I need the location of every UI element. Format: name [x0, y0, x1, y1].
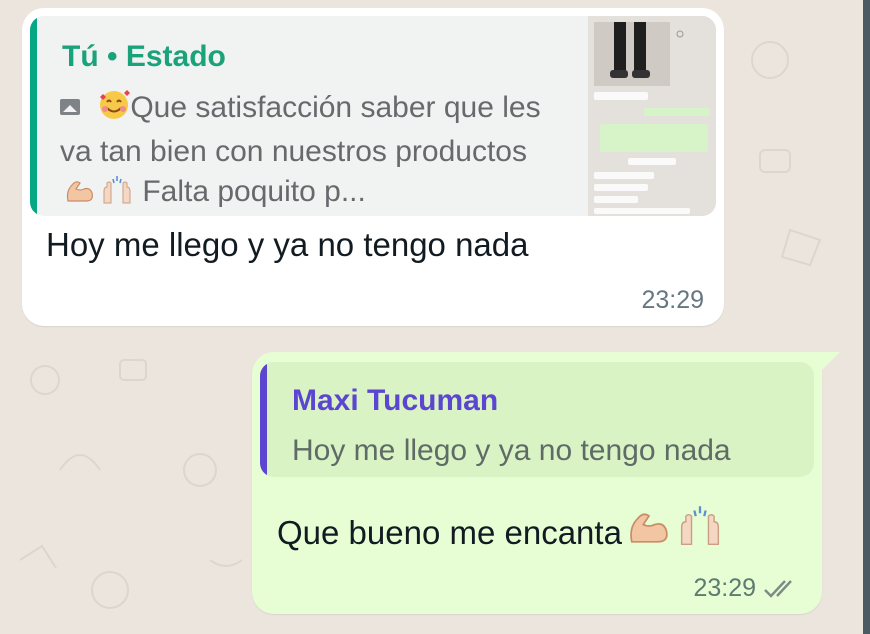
quote-author-name: Tú — [62, 40, 99, 73]
smiling-face-with-hearts-emoji-icon — [98, 89, 131, 132]
photo-icon — [60, 99, 80, 115]
outgoing-message-bubble[interactable]: Maxi Tucuman Hoy me llego y ya no tengo … — [252, 352, 840, 614]
read-ticks-icon — [764, 580, 792, 598]
quote-preview-tail: Falta poquito p... — [142, 175, 366, 208]
quote-author: Tú • Estado — [62, 40, 226, 74]
quote-author-name: Maxi Tucuman — [292, 384, 499, 417]
message-timestamp: 23:29 — [693, 574, 756, 602]
quote-separator: • — [107, 40, 118, 73]
reply-quote[interactable]: Maxi Tucuman Hoy me llego y ya no tengo … — [260, 362, 814, 477]
status-thumbnail[interactable] — [588, 16, 716, 216]
bubble-tail — [818, 352, 840, 374]
quote-context: Estado — [125, 40, 226, 73]
status-reply-quote[interactable]: Tú • Estado Que satisfacción saber que l… — [30, 16, 716, 216]
quote-text: Hoy me llego y ya no tengo nada — [292, 434, 731, 467]
message-text: Que bueno me encanta — [277, 514, 622, 551]
raising-hands-emoji-icon — [100, 175, 134, 216]
quote-accent-bar — [30, 16, 37, 216]
message-timestamp: 23:29 — [641, 286, 704, 314]
quote-preview-text: Que satisfacción saber que les va tan bi… — [60, 91, 541, 168]
quote-accent-bar — [260, 362, 267, 477]
quote-preview: Que satisfacción saber que les va tan bi… — [60, 88, 560, 216]
raising-hands-emoji-icon — [676, 504, 724, 556]
flexed-biceps-emoji-icon — [64, 175, 96, 216]
message-text: Hoy me llego y ya no tengo nada — [46, 226, 529, 263]
message-body: Que bueno me encanta — [277, 504, 724, 556]
flexed-biceps-emoji-icon — [626, 504, 672, 556]
incoming-message-bubble[interactable]: Tú • Estado Que satisfacción saber que l… — [22, 8, 724, 326]
screen-edge — [863, 0, 870, 634]
